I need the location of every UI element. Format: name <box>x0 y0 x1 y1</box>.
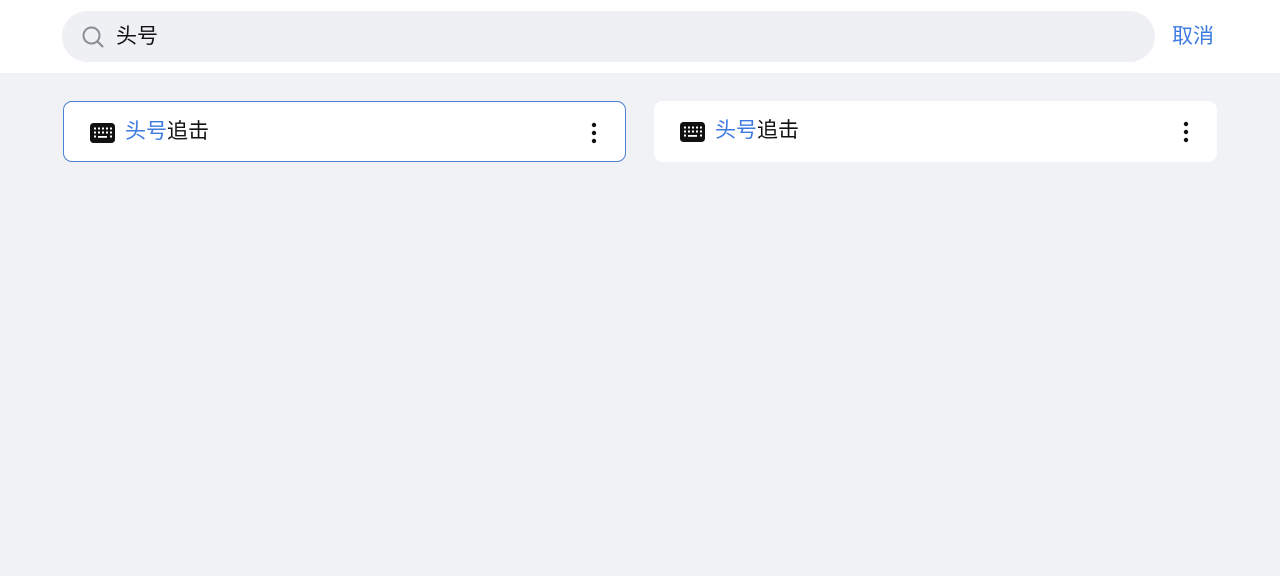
cancel-button[interactable]: 取消 <box>1172 11 1214 62</box>
search-icon <box>82 26 104 48</box>
more-vertical-icon[interactable] <box>585 121 603 145</box>
result-card[interactable]: 头号追击 <box>654 101 1217 162</box>
keyboard-icon <box>90 123 115 143</box>
keyboard-icon <box>680 122 705 142</box>
result-title-rest: 追击 <box>757 118 799 142</box>
result-title: 头号追击 <box>125 102 209 163</box>
more-vertical-icon[interactable] <box>1177 120 1195 144</box>
result-title: 头号追击 <box>715 101 799 162</box>
search-query-text: 头号 <box>116 24 158 48</box>
result-card[interactable]: 头号追击 <box>63 101 626 162</box>
result-title-rest: 追击 <box>167 119 209 143</box>
result-title-highlight: 头号 <box>715 118 757 142</box>
search-input[interactable]: 头号 <box>62 11 1155 62</box>
top-bar: 头号 取消 <box>0 0 1280 73</box>
result-title-highlight: 头号 <box>125 119 167 143</box>
